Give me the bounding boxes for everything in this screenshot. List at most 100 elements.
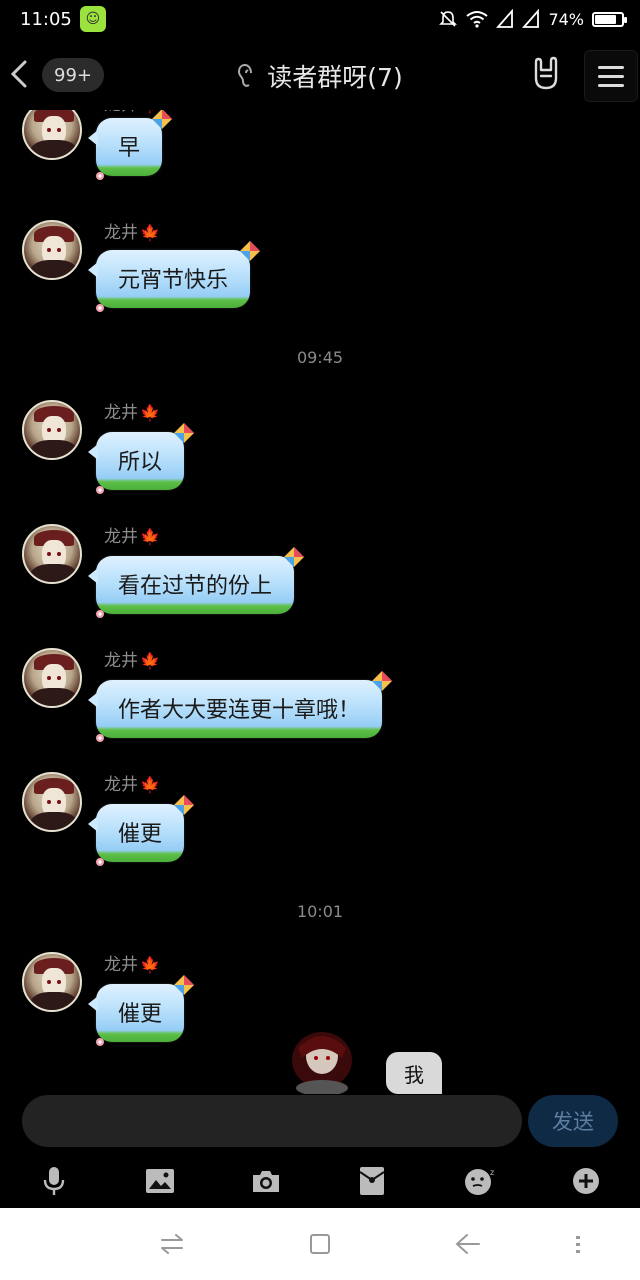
sender-name: 龙井🍁 xyxy=(104,527,160,547)
flower-icon xyxy=(96,172,104,180)
message-item: 龙井🍁 早 xyxy=(0,110,640,194)
timestamp: 10:01 xyxy=(296,902,344,921)
switch-icon xyxy=(161,1234,183,1254)
message-bubble[interactable]: 催更 xyxy=(87,795,195,866)
message-item: 龙井 🍁 看在过节的份上 xyxy=(0,520,640,630)
signal-icon xyxy=(496,9,514,28)
switch-app-button[interactable] xyxy=(158,1230,186,1258)
message-text: 作者大大要连更十章哦！ xyxy=(118,698,361,723)
image-icon xyxy=(146,1169,174,1193)
camera-icon xyxy=(253,1171,279,1192)
avatar[interactable] xyxy=(22,400,82,460)
message-input[interactable] xyxy=(22,1095,522,1147)
flower-icon xyxy=(96,610,104,618)
maple-leaf-icon: 🍁 xyxy=(140,775,160,794)
message-item: 龙井 🍁 催更 xyxy=(0,768,640,878)
menu-button[interactable] xyxy=(584,50,638,102)
flower-icon xyxy=(96,1038,104,1046)
chat-message-list[interactable]: 龙井🍁 早 龙井🍁 元宵节快乐 09:45 龙井🍁 所以 龙井🍁 看在 xyxy=(0,110,640,1095)
square-icon xyxy=(310,1234,330,1254)
avatar[interactable] xyxy=(22,220,82,280)
red-packet-icon xyxy=(359,1167,385,1195)
message-item: 龙井 🍁 所以 xyxy=(0,396,640,506)
chat-title: 读者群呀(7) xyxy=(267,63,403,92)
input-bar: 发送 xyxy=(0,1095,640,1155)
menu-icon-line xyxy=(598,74,624,78)
wifi-icon xyxy=(466,11,489,28)
sender-name: 龙井🍁 xyxy=(104,775,160,795)
send-button[interactable]: 发送 xyxy=(528,1095,618,1147)
battery-fill xyxy=(595,14,616,24)
message-item: 龙井 🍁 元宵节快乐 xyxy=(0,214,640,334)
message-text: 催更 xyxy=(118,1002,163,1027)
plus-icon xyxy=(573,1168,599,1194)
message-bubble[interactable]: 看在过节的份上 xyxy=(87,547,305,618)
system-navigation-bar xyxy=(0,1208,640,1280)
message-bubble[interactable]: 所以 xyxy=(87,423,195,494)
message-text: 看在过节的份上 xyxy=(118,574,273,599)
message-text: 早 xyxy=(118,136,141,161)
red-packet-button[interactable] xyxy=(354,1163,390,1199)
voice-button[interactable] xyxy=(36,1163,72,1199)
kite-icon xyxy=(174,795,195,815)
maple-leaf-icon: 🍁 xyxy=(140,527,160,546)
kite-icon xyxy=(174,975,195,995)
app-notification-icon: ☺ xyxy=(79,6,106,32)
more-functions-button[interactable] xyxy=(568,1163,604,1199)
more-icon xyxy=(576,1236,580,1253)
camera-button[interactable] xyxy=(248,1163,284,1199)
flower-icon xyxy=(96,304,104,312)
maple-leaf-icon: 🍁 xyxy=(140,651,160,670)
back-arrow-icon xyxy=(455,1234,480,1254)
avatar[interactable] xyxy=(22,524,82,584)
message-text: 所以 xyxy=(118,450,163,475)
status-bar: 11:05 ☺ 74% xyxy=(0,0,640,38)
emoji-icon: z xyxy=(465,1168,494,1195)
flower-icon xyxy=(96,734,104,742)
status-time: 11:05 xyxy=(20,8,72,30)
message-item: 龙井 🍁 作者大大要连更十章哦！ xyxy=(0,644,640,754)
message-text: 催更 xyxy=(118,822,163,847)
kite-icon xyxy=(240,241,261,261)
battery-percent: 74% xyxy=(548,9,584,29)
kite-icon xyxy=(372,671,393,691)
ear-icon[interactable] xyxy=(237,63,257,89)
avatar[interactable] xyxy=(22,110,82,160)
rock-hand-icon[interactable] xyxy=(528,56,564,92)
kite-icon xyxy=(152,110,173,129)
status-icons: 74% xyxy=(438,9,627,29)
sender-name: 龙井🍁 xyxy=(104,955,160,975)
message-bubble[interactable]: 元宵节快乐 xyxy=(87,241,261,312)
home-button[interactable] xyxy=(306,1230,334,1258)
microphone-icon xyxy=(43,1167,65,1195)
image-button[interactable] xyxy=(142,1163,178,1199)
signal-icon-2 xyxy=(522,9,540,28)
message-bubble[interactable]: 催更 xyxy=(87,975,195,1046)
emoji-button[interactable]: z xyxy=(462,1163,498,1199)
avatar[interactable] xyxy=(22,952,82,1012)
message-bubble[interactable]: 早 xyxy=(87,110,173,180)
svg-text:z: z xyxy=(490,1168,494,1177)
menu-icon-line xyxy=(598,65,624,69)
maple-leaf-icon: 🍁 xyxy=(140,223,160,242)
sender-name: 龙井🍁 xyxy=(104,403,160,423)
self-avatar-tag[interactable]: 我 xyxy=(386,1052,442,1094)
character-sticker[interactable] xyxy=(282,1030,362,1094)
battery-icon xyxy=(592,11,627,27)
chat-header: 99+ 读者群呀(7) xyxy=(0,38,640,110)
kite-icon xyxy=(284,547,305,567)
message-text: 元宵节快乐 xyxy=(118,268,229,293)
input-toolbar: z xyxy=(0,1155,640,1207)
sender-name: 龙井🍁 xyxy=(104,651,160,671)
avatar[interactable] xyxy=(22,772,82,832)
nav-more-button[interactable] xyxy=(564,1230,592,1258)
kite-icon xyxy=(174,423,195,443)
maple-leaf-icon: 🍁 xyxy=(140,403,160,422)
sender-name: 龙井🍁 xyxy=(104,223,160,243)
message-bubble[interactable]: 作者大大要连更十章哦！ xyxy=(87,671,393,742)
flower-icon xyxy=(96,486,104,494)
avatar[interactable] xyxy=(22,648,82,708)
nav-back-button[interactable] xyxy=(454,1230,482,1258)
menu-icon-line xyxy=(598,83,624,87)
mute-bell-icon xyxy=(439,11,458,27)
